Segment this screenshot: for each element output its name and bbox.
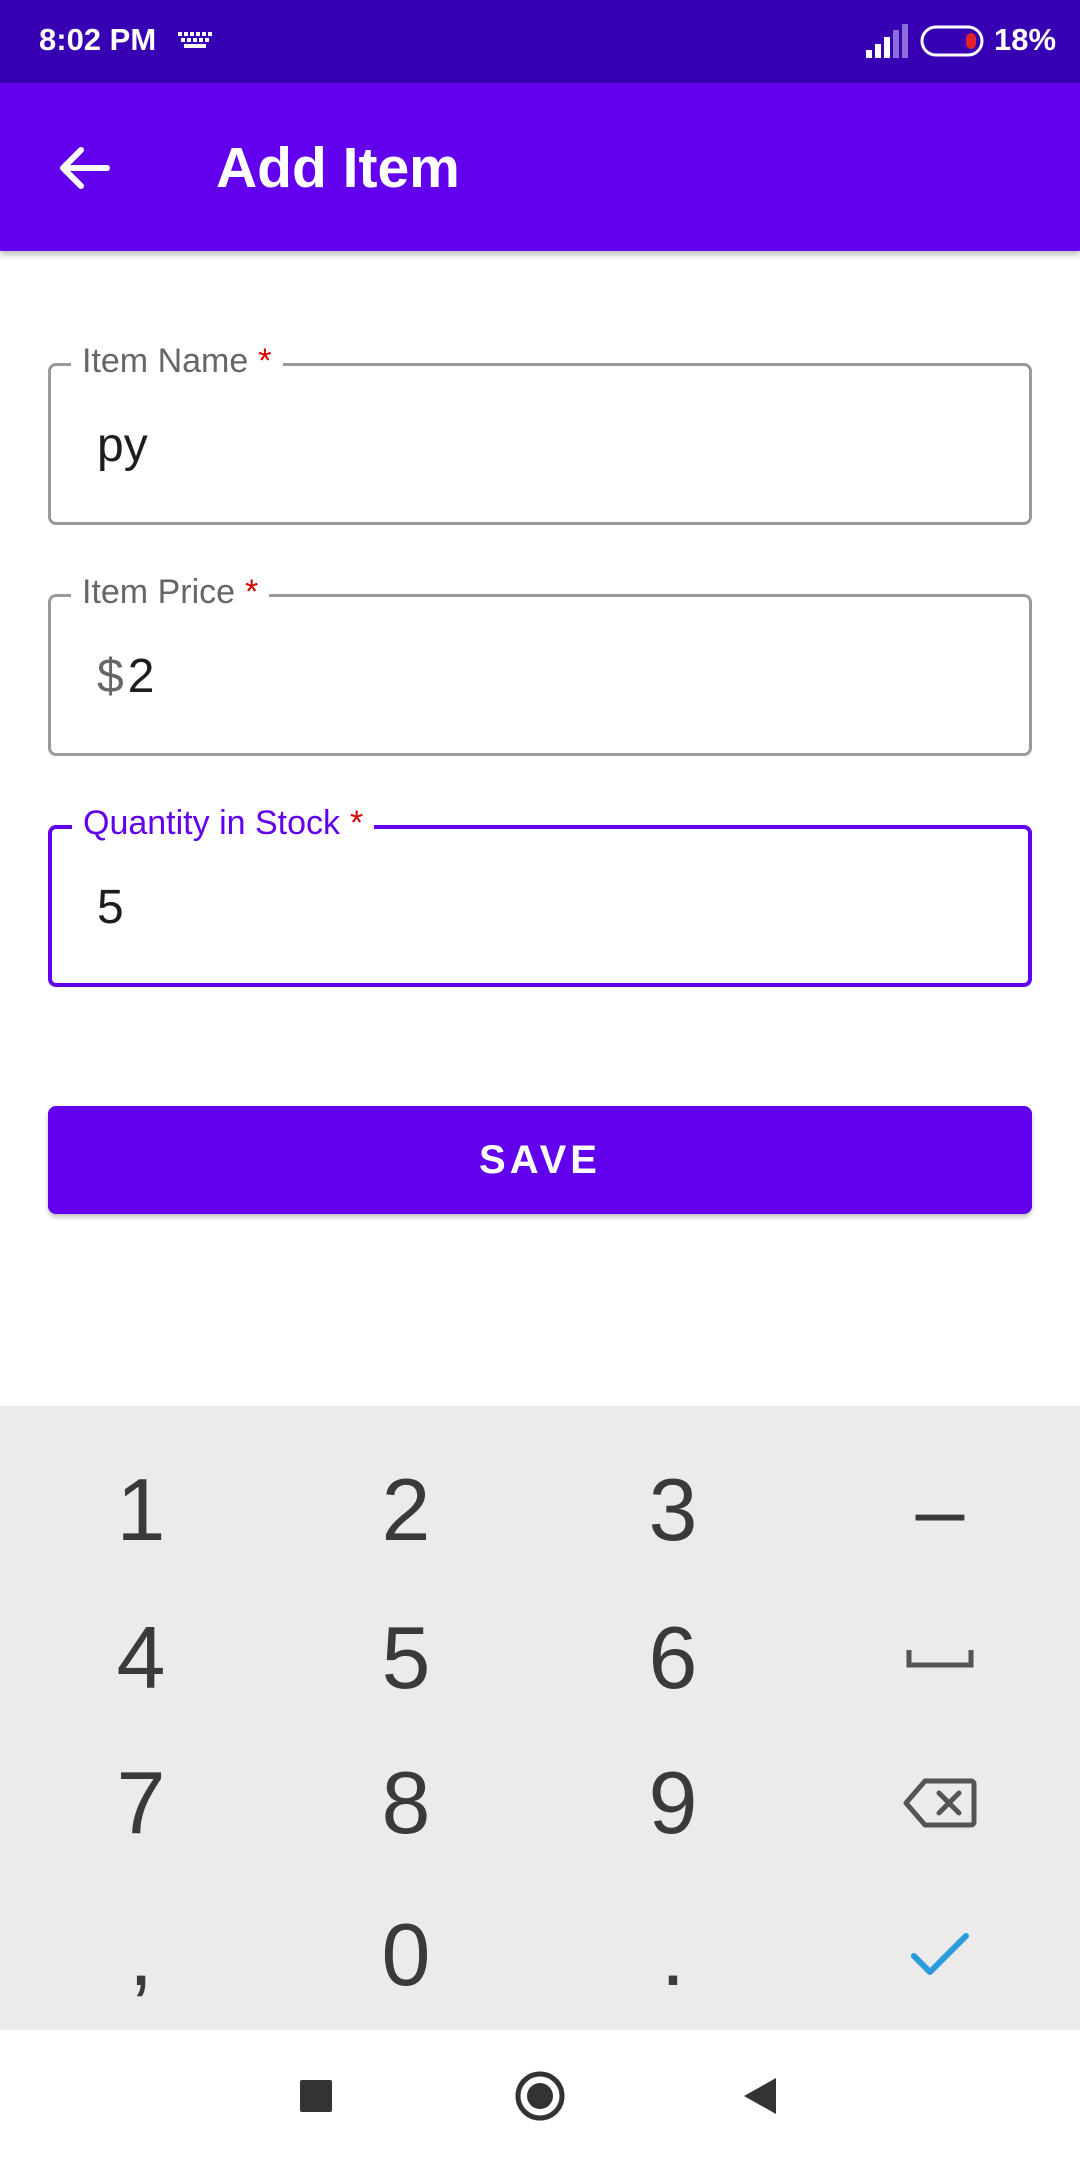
save-button[interactable]: SAVE <box>48 1106 1032 1214</box>
key-backspace[interactable] <box>806 1728 1074 1878</box>
key-0[interactable]: 0 <box>272 1880 540 2030</box>
key-8[interactable]: 8 <box>272 1728 540 1878</box>
space-icon <box>906 1650 974 1668</box>
key-6[interactable]: 6 <box>539 1583 807 1733</box>
status-bar: 8:02 PM 18% <box>0 0 1080 83</box>
key-9[interactable]: 9 <box>539 1728 807 1878</box>
numeric-keyboard: 1 2 3 – 4 5 6 7 8 9 , 0 . <box>0 1406 1080 2030</box>
key-1[interactable]: 1 <box>7 1435 275 1585</box>
quantity-value[interactable]: 5 <box>97 880 124 935</box>
backspace-icon <box>903 1778 977 1828</box>
key-space[interactable] <box>806 1583 1074 1733</box>
item-name-field[interactable]: Item Name * py <box>48 342 1032 525</box>
item-price-input: $2 <box>97 649 154 704</box>
arrow-back-icon <box>60 147 110 189</box>
required-mark: * <box>258 342 272 380</box>
currency-prefix: $ <box>97 650 124 703</box>
key-5[interactable]: 5 <box>272 1583 540 1733</box>
keyboard-icon <box>178 32 212 55</box>
required-mark: * <box>245 573 259 611</box>
required-mark: * <box>350 804 364 842</box>
key-period[interactable]: . <box>539 1880 807 2030</box>
item-price-value[interactable]: 2 <box>128 650 155 703</box>
page-title: Add Item <box>216 136 460 200</box>
back-button[interactable] <box>38 133 128 203</box>
status-time: 8:02 PM <box>39 22 157 57</box>
key-enter[interactable] <box>806 1880 1074 2030</box>
key-comma[interactable]: , <box>7 1880 275 2030</box>
item-name-label: Item Name * <box>71 342 283 381</box>
item-name-value[interactable]: py <box>97 418 148 473</box>
key-4[interactable]: 4 <box>7 1583 275 1733</box>
back-icon[interactable] <box>742 2076 778 2121</box>
quantity-field[interactable]: Quantity in Stock * 5 <box>48 804 1032 987</box>
signal-icon <box>866 24 908 63</box>
item-price-field[interactable]: Item Price * $2 <box>48 573 1032 756</box>
home-icon[interactable] <box>514 2070 566 2127</box>
key-dash[interactable]: – <box>806 1435 1074 1585</box>
item-price-label: Item Price * <box>71 573 270 612</box>
quantity-label: Quantity in Stock * <box>72 804 375 843</box>
navigation-bar <box>0 2030 1080 2160</box>
key-2[interactable]: 2 <box>272 1435 540 1585</box>
key-3[interactable]: 3 <box>539 1435 807 1585</box>
app-bar: Add Item <box>0 83 1080 251</box>
battery-icon <box>920 24 988 63</box>
checkmark-icon <box>911 1933 969 1975</box>
key-7[interactable]: 7 <box>7 1728 275 1878</box>
recents-icon[interactable] <box>298 2078 334 2119</box>
battery-percent: 18% <box>994 22 1057 57</box>
